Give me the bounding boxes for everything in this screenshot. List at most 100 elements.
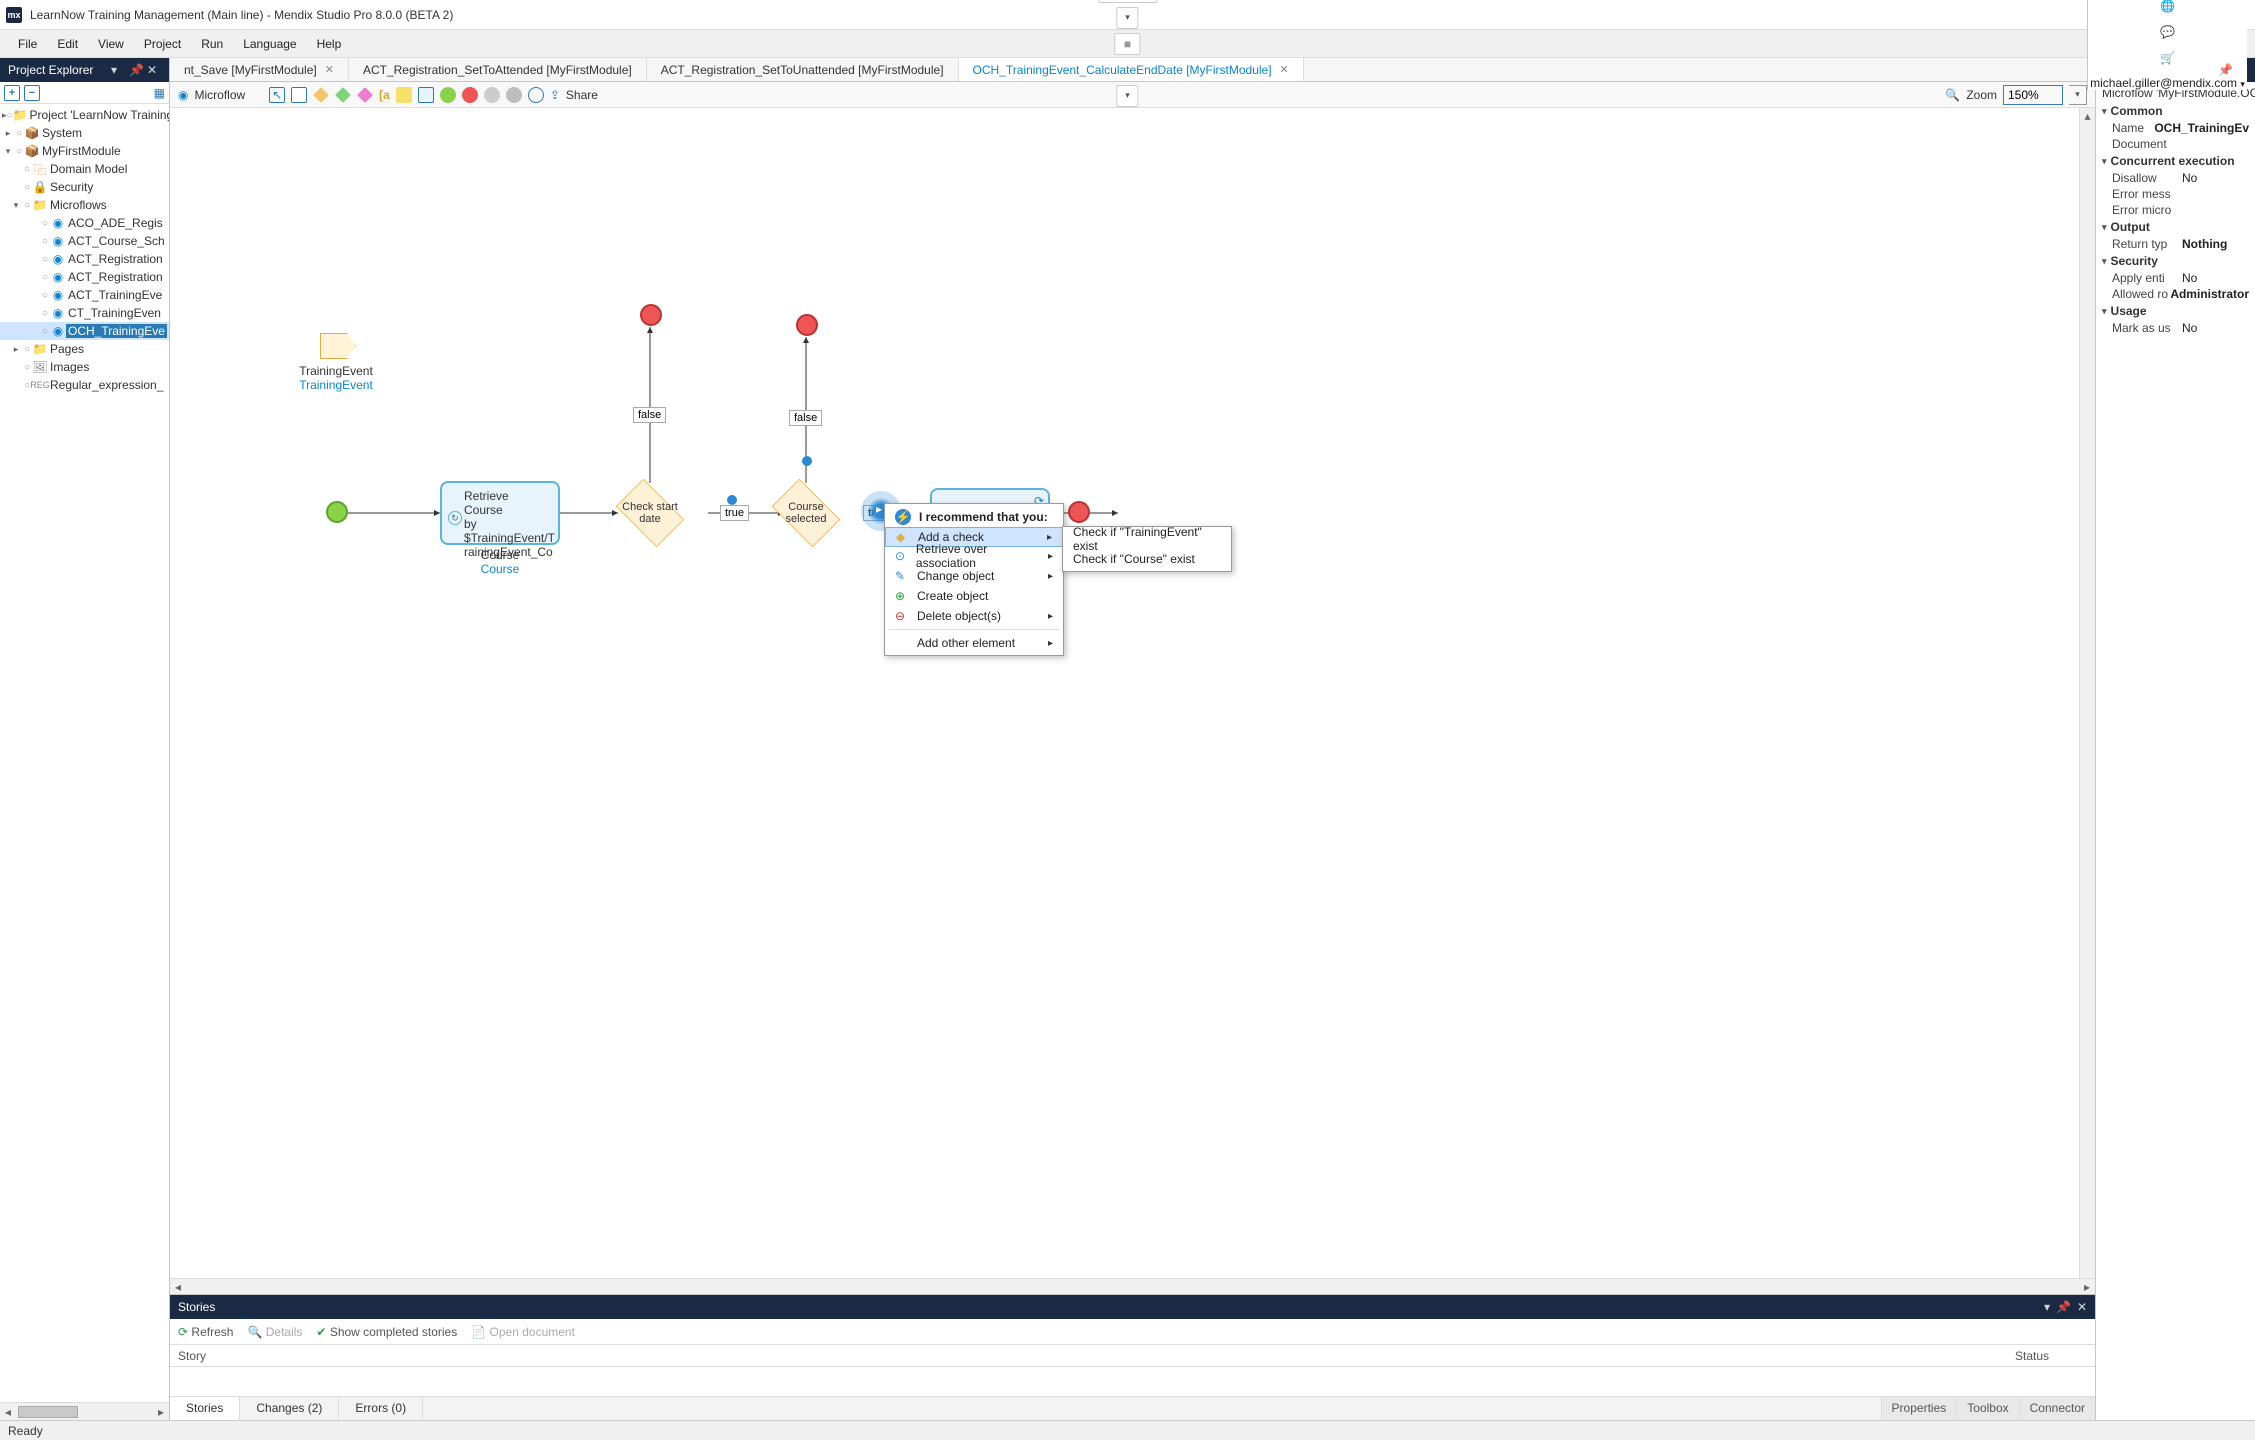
- end-event[interactable]: [1068, 501, 1090, 523]
- panel-close-icon[interactable]: ✕: [2237, 63, 2247, 77]
- prop-v[interactable]: Administrator: [2170, 287, 2249, 301]
- ctx-other[interactable]: Add other element▸: [885, 633, 1063, 653]
- tool-continue[interactable]: [506, 87, 522, 103]
- ctx-change-object[interactable]: ✎Change object▸: [885, 566, 1063, 586]
- user-menu[interactable]: michael.giller@mendix.com ▾: [2090, 76, 2245, 90]
- ctx-delete-object[interactable]: ⊖Delete object(s)▸: [885, 606, 1063, 626]
- tool-object[interactable]: [357, 87, 373, 103]
- tree-mf-3[interactable]: ACT_Registration: [66, 270, 163, 284]
- tool-share[interactable]: ⇪: [550, 88, 560, 102]
- col-status[interactable]: Status: [2015, 1349, 2095, 1363]
- panel-dropdown-icon[interactable]: ▾: [2208, 63, 2214, 77]
- panel-close-icon[interactable]: ✕: [147, 63, 161, 77]
- tab-0[interactable]: nt_Save [MyFirstModule]✕: [170, 58, 349, 81]
- tool-param[interactable]: [396, 87, 412, 103]
- tree-security[interactable]: Security: [48, 180, 93, 194]
- menu-run[interactable]: Run: [191, 33, 233, 55]
- menu-edit[interactable]: Edit: [47, 33, 88, 55]
- right-tab-connector[interactable]: Connector: [2019, 1397, 2095, 1420]
- prop-group-common[interactable]: ▾Common: [2096, 102, 2255, 120]
- panel-pin-icon[interactable]: 📌: [129, 63, 143, 77]
- run-dropdown[interactable]: ▾: [1117, 7, 1139, 29]
- tree-mf-1[interactable]: ACT_Course_Sch: [66, 234, 165, 248]
- prop-v[interactable]: Nothing: [2182, 237, 2227, 251]
- tree-mf-6[interactable]: OCH_TrainingEve: [66, 324, 167, 338]
- refresh-button[interactable]: ⟳ Refresh: [178, 1325, 233, 1339]
- ctx-create-object[interactable]: ⊕Create object: [885, 586, 1063, 606]
- tool-decision[interactable]: [313, 87, 329, 103]
- explorer-hscroll[interactable]: ◂▸: [0, 1402, 169, 1420]
- decision-course-selected[interactable]: Course selected: [766, 486, 846, 540]
- tree-domain[interactable]: Domain Model: [48, 162, 127, 176]
- zoom-icon[interactable]: 🔍: [1945, 88, 1960, 102]
- panel-pin-icon[interactable]: 📌: [2218, 63, 2233, 77]
- connect-dot[interactable]: [802, 456, 812, 466]
- error-end-1[interactable]: [640, 304, 662, 326]
- bottom-tab-errors[interactable]: Errors (0): [339, 1397, 423, 1420]
- menu-file[interactable]: File: [8, 33, 47, 55]
- right-tab-toolbox[interactable]: Toolbox: [1956, 1397, 2018, 1420]
- panel-pin-icon[interactable]: 📌: [2056, 1300, 2071, 1314]
- tool-loop[interactable]: [418, 87, 434, 103]
- panel-close-icon[interactable]: ✕: [2077, 1300, 2087, 1314]
- prop-group-usage[interactable]: ▾Usage: [2096, 302, 2255, 320]
- menu-view[interactable]: View: [88, 33, 134, 55]
- error-end-2[interactable]: [796, 314, 818, 336]
- tool-action[interactable]: [291, 87, 307, 103]
- tab-3[interactable]: OCH_TrainingEvent_CalculateEndDate [MyFi…: [959, 58, 1304, 81]
- decision-start-date[interactable]: Check start date: [610, 486, 690, 540]
- stop-button[interactable]: ■: [1115, 33, 1141, 55]
- tool-annotation[interactable]: [a: [379, 88, 390, 102]
- sub-check-course[interactable]: Check if "Course" exist: [1063, 549, 1231, 569]
- sub-check-trainingevent[interactable]: Check if "TrainingEvent" exist: [1063, 529, 1231, 549]
- prop-v[interactable]: No: [2182, 321, 2197, 335]
- microflow-canvas[interactable]: TrainingEvent TrainingEvent ↻ Retrieve C…: [170, 108, 2095, 1294]
- tree-pages[interactable]: Pages: [48, 342, 84, 356]
- bottom-tab-changes[interactable]: Changes (2): [240, 1397, 339, 1420]
- tree-mf-4[interactable]: ACT_TrainingEve: [66, 288, 162, 302]
- col-story[interactable]: Story: [170, 1349, 2015, 1363]
- tree-system[interactable]: System: [40, 126, 82, 140]
- connect-dot[interactable]: [727, 495, 737, 505]
- prop-group-security[interactable]: ▾Security: [2096, 252, 2255, 270]
- tree-images[interactable]: Images: [48, 360, 89, 374]
- chat-icon[interactable]: 💬: [2160, 24, 2176, 40]
- completed-button[interactable]: ✔ Show completed stories: [316, 1325, 457, 1339]
- tool-end[interactable]: [462, 87, 478, 103]
- globe-icon[interactable]: 🌐: [2160, 0, 2176, 14]
- tab-2[interactable]: ACT_Registration_SetToUnattended [MyFirs…: [647, 58, 959, 81]
- retrieve-action[interactable]: ↻ Retrieve Course by $TrainingEvent/T ra…: [440, 481, 560, 545]
- tool-error[interactable]: [484, 87, 500, 103]
- zoom-input[interactable]: 150%: [2003, 85, 2063, 105]
- parameter-shape[interactable]: [320, 333, 356, 359]
- right-tab-properties[interactable]: Properties: [1881, 1397, 1957, 1420]
- tree-project[interactable]: Project 'LearnNow Training: [28, 108, 169, 122]
- collapse-all-button[interactable]: −: [24, 85, 40, 101]
- tool-start[interactable]: [440, 87, 456, 103]
- panel-dropdown-icon[interactable]: ▾: [111, 63, 125, 77]
- prop-group-concurrent[interactable]: ▾Concurrent execution: [2096, 152, 2255, 170]
- tree-module[interactable]: MyFirstModule: [40, 144, 121, 158]
- cart-icon[interactable]: 🛒: [2160, 50, 2176, 66]
- canvas-hscroll[interactable]: ◂▸: [170, 1278, 2095, 1294]
- share-label[interactable]: Share: [566, 88, 598, 102]
- tab-close-icon[interactable]: ✕: [325, 63, 334, 76]
- open-doc-button[interactable]: 📄 Open document: [471, 1325, 575, 1339]
- menu-language[interactable]: Language: [233, 33, 306, 55]
- project-tree[interactable]: ▸○📁Project 'LearnNow Training ▸○📦System …: [0, 104, 169, 1402]
- tool-break[interactable]: [528, 87, 544, 103]
- tree-mf-2[interactable]: ACT_Registration: [66, 252, 163, 266]
- tree-mf-0[interactable]: ACO_ADE_Regis: [66, 216, 163, 230]
- tool-cursor[interactable]: ↖: [269, 87, 285, 103]
- start-event[interactable]: [326, 501, 348, 523]
- tree-mf-5[interactable]: CT_TrainingEven: [66, 306, 161, 320]
- grid-icon[interactable]: ▦: [154, 86, 165, 100]
- panel-dropdown-icon[interactable]: ▾: [2044, 1300, 2050, 1314]
- menu-help[interactable]: Help: [307, 33, 352, 55]
- bottom-tab-stories[interactable]: Stories: [170, 1397, 240, 1420]
- details-button[interactable]: 🔍 Details: [247, 1325, 302, 1339]
- prop-v[interactable]: No: [2182, 271, 2197, 285]
- tree-microflows[interactable]: Microflows: [48, 198, 107, 212]
- prop-v[interactable]: No: [2182, 171, 2197, 185]
- tab-close-icon[interactable]: ✕: [1280, 63, 1289, 76]
